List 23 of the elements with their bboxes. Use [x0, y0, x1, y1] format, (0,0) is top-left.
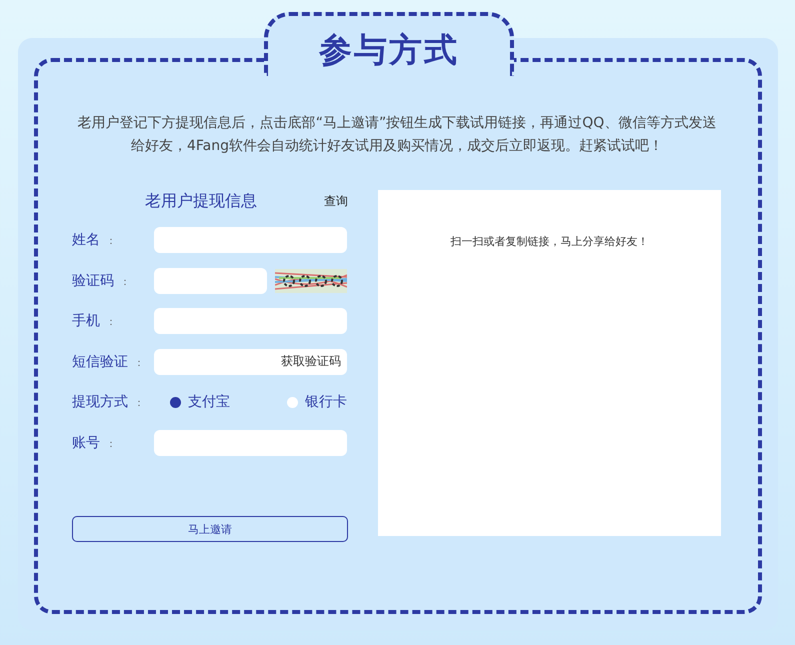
- form-heading: 老用户提现信息: [145, 190, 257, 212]
- section-title: 参与方式: [319, 28, 459, 70]
- field-label: 短信验证 ：: [72, 352, 145, 371]
- intro-text: 老用户登记下方提现信息后，点击底部“马上邀请”按钮生成下载试用链接，再通过QQ、微信等方式发送给好友，4Fang软件会自动统计好友试用及购买情况，成交后立即返现。赶紧试试吧！: [77, 114, 717, 156]
- query-link[interactable]: 查询: [324, 192, 348, 210]
- field-label: 手机 ：: [72, 312, 117, 330]
- share-hint-text: 扫一扫或者复制链接，马上分享给好友！: [450, 234, 648, 250]
- radio-label[interactable]: 支付宝: [188, 393, 230, 412]
- get-code-button[interactable]: 获取验证码: [281, 353, 341, 370]
- radio-button[interactable]: [170, 396, 181, 408]
- captcha-image[interactable]: [275, 268, 347, 293]
- sms-code-field[interactable]: 获取验证码: [154, 348, 347, 375]
- radio-label[interactable]: 银行卡: [305, 393, 347, 412]
- input-field[interactable]: [154, 430, 347, 456]
- field-label: 验证码 ：: [72, 272, 131, 290]
- radio-button[interactable]: [287, 396, 298, 408]
- invite-button[interactable]: 马上邀请: [72, 516, 348, 542]
- field-label: 提现方式 ：: [72, 393, 145, 412]
- field-label: 账号 ：: [72, 434, 117, 452]
- captcha-input-field[interactable]: [154, 268, 267, 294]
- field-label: 姓名 ：: [72, 231, 117, 250]
- input-field[interactable]: [154, 308, 347, 334]
- input-field[interactable]: [154, 227, 347, 254]
